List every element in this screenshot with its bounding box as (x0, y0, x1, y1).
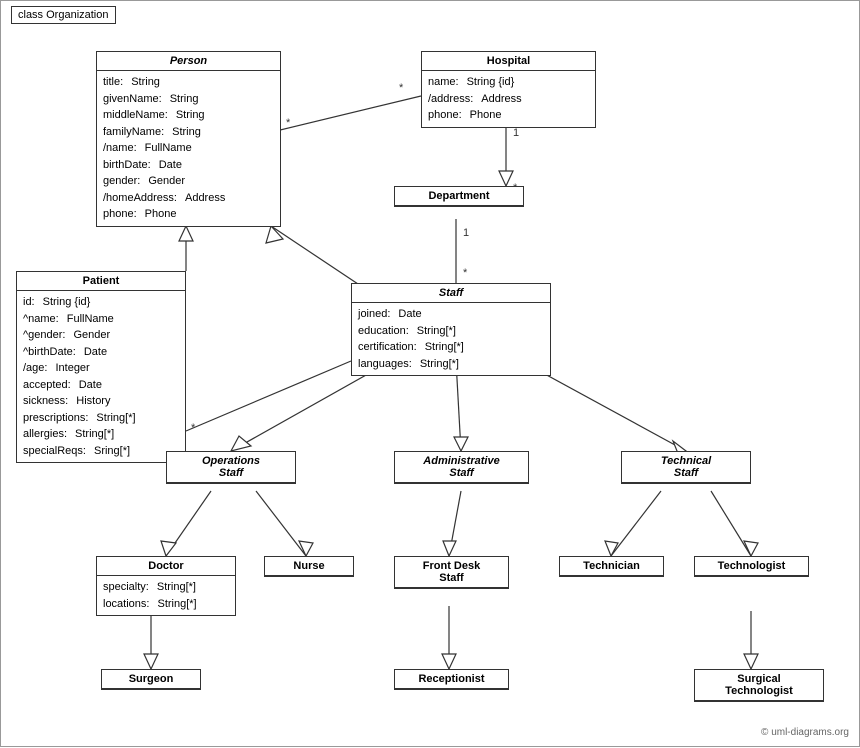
class-nurse: Nurse (264, 556, 354, 577)
copyright: © uml-diagrams.org (761, 727, 849, 738)
class-operations-staff-header: OperationsStaff (167, 452, 295, 483)
class-technical-staff: TechnicalStaff (621, 451, 751, 484)
class-surgical-technologist: SurgicalTechnologist (694, 669, 824, 702)
svg-text:*: * (463, 267, 468, 279)
class-staff: Staff joined:Date education:String[*] ce… (351, 283, 551, 376)
class-staff-header: Staff (352, 284, 550, 303)
svg-text:1: 1 (513, 127, 519, 139)
class-hospital: Hospital name:String {id} /address:Addre… (421, 51, 596, 128)
class-person: Person title:String givenName:String mid… (96, 51, 281, 227)
diagram-title: class Organization (11, 6, 116, 24)
class-surgeon-header: Surgeon (102, 670, 200, 689)
class-administrative-staff: AdministrativeStaff (394, 451, 529, 484)
class-hospital-body: name:String {id} /address:Address phone:… (422, 71, 595, 127)
class-surgeon: Surgeon (101, 669, 201, 690)
class-nurse-header: Nurse (265, 557, 353, 576)
class-person-body: title:String givenName:String middleName… (97, 71, 280, 226)
class-doctor-header: Doctor (97, 557, 235, 576)
class-administrative-staff-header: AdministrativeStaff (395, 452, 528, 483)
class-patient-body: id:String {id} ^name:FullName ^gender:Ge… (17, 291, 185, 462)
class-person-header: Person (97, 52, 280, 71)
class-patient-header: Patient (17, 272, 185, 291)
class-technician-header: Technician (560, 557, 663, 576)
class-front-desk-staff: Front DeskStaff (394, 556, 509, 589)
class-surgical-technologist-header: SurgicalTechnologist (695, 670, 823, 701)
class-technician: Technician (559, 556, 664, 577)
class-receptionist: Receptionist (394, 669, 509, 690)
svg-text:*: * (399, 82, 404, 94)
svg-text:1: 1 (463, 227, 469, 239)
class-technologist: Technologist (694, 556, 809, 577)
class-department: Department (394, 186, 524, 207)
class-staff-body: joined:Date education:String[*] certific… (352, 303, 550, 375)
class-doctor-body: specialty:String[*] locations:String[*] (97, 576, 235, 615)
diagram-container: class Organization 1 * 1 * * * (0, 0, 860, 747)
class-hospital-header: Hospital (422, 52, 595, 71)
class-receptionist-header: Receptionist (395, 670, 508, 689)
class-technologist-header: Technologist (695, 557, 808, 576)
class-department-header: Department (395, 187, 523, 206)
class-doctor: Doctor specialty:String[*] locations:Str… (96, 556, 236, 616)
class-technical-staff-header: TechnicalStaff (622, 452, 750, 483)
class-operations-staff: OperationsStaff (166, 451, 296, 484)
class-patient: Patient id:String {id} ^name:FullName ^g… (16, 271, 186, 463)
svg-text:*: * (286, 117, 291, 129)
svg-text:*: * (191, 422, 196, 434)
class-front-desk-staff-header: Front DeskStaff (395, 557, 508, 588)
